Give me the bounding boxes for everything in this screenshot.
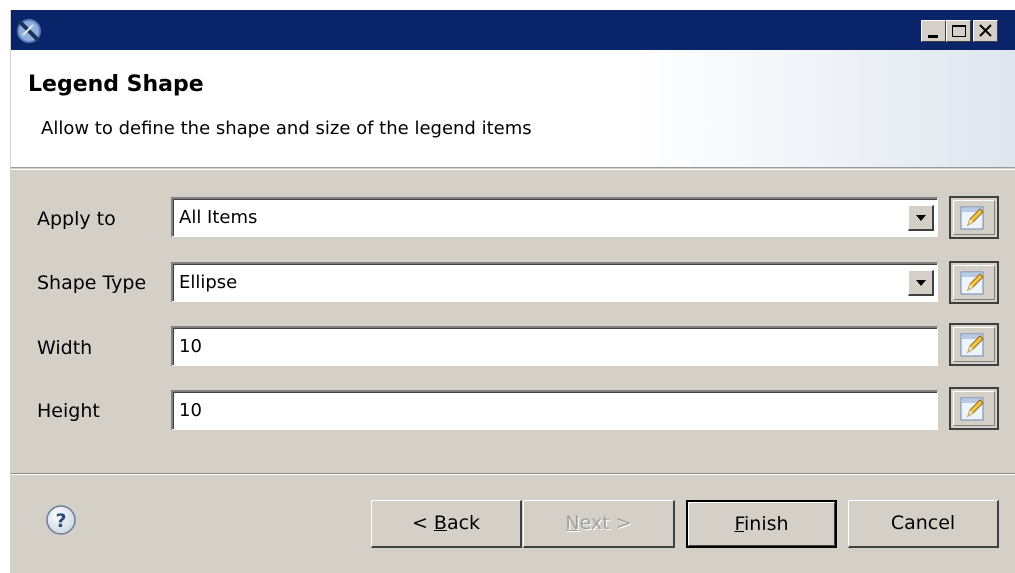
pencil-edit-icon bbox=[960, 206, 984, 230]
maximize-button[interactable] bbox=[946, 20, 971, 42]
height-value: 10 bbox=[179, 400, 202, 421]
header-divider bbox=[11, 169, 1015, 170]
chevron-down-icon bbox=[916, 215, 926, 221]
help-icon[interactable]: ? bbox=[45, 504, 77, 536]
shape-type-edit-button[interactable] bbox=[949, 261, 999, 304]
title-bar[interactable] bbox=[11, 10, 1015, 50]
back-button[interactable]: < Back bbox=[371, 500, 522, 548]
close-icon bbox=[979, 24, 992, 37]
chevron-down-icon bbox=[916, 280, 926, 286]
minimize-icon bbox=[928, 35, 938, 38]
page-description: Allow to define the shape and size of th… bbox=[41, 118, 532, 139]
close-button[interactable] bbox=[973, 20, 998, 42]
apply-to-dropdown[interactable]: All Items bbox=[171, 197, 938, 237]
shape-type-dropdown-arrow[interactable] bbox=[908, 270, 934, 296]
height-edit-button[interactable] bbox=[949, 387, 999, 430]
shape-type-label: Shape Type bbox=[37, 272, 147, 294]
width-label: Width bbox=[37, 337, 93, 359]
shape-type-dropdown[interactable]: Ellipse bbox=[171, 262, 938, 302]
page-title: Legend Shape bbox=[28, 72, 204, 97]
width-value: 10 bbox=[179, 336, 202, 357]
apply-to-edit-button[interactable] bbox=[949, 196, 999, 239]
dialog-window: Legend Shape Allow to define the shape a… bbox=[10, 10, 1015, 573]
height-input[interactable]: 10 bbox=[171, 390, 938, 430]
apply-to-value: All Items bbox=[179, 207, 258, 228]
pencil-edit-icon bbox=[960, 333, 984, 357]
finish-button[interactable]: Finish bbox=[686, 500, 837, 548]
wizard-header: Legend Shape Allow to define the shape a… bbox=[11, 50, 1015, 168]
apply-to-dropdown-arrow[interactable] bbox=[908, 205, 934, 231]
svg-text:?: ? bbox=[55, 510, 66, 532]
minimize-button[interactable] bbox=[921, 20, 946, 42]
cancel-button[interactable]: Cancel bbox=[848, 500, 999, 548]
maximize-icon bbox=[952, 25, 966, 37]
height-label: Height bbox=[37, 400, 100, 422]
next-button[interactable]: Next > bbox=[523, 500, 675, 548]
eclipse-app-icon bbox=[17, 19, 41, 43]
pencil-edit-icon bbox=[960, 271, 984, 295]
width-edit-button[interactable] bbox=[949, 323, 999, 366]
width-input[interactable]: 10 bbox=[171, 326, 938, 366]
shape-type-value: Ellipse bbox=[179, 272, 238, 293]
apply-to-label: Apply to bbox=[37, 208, 116, 230]
pencil-edit-icon bbox=[960, 397, 984, 421]
